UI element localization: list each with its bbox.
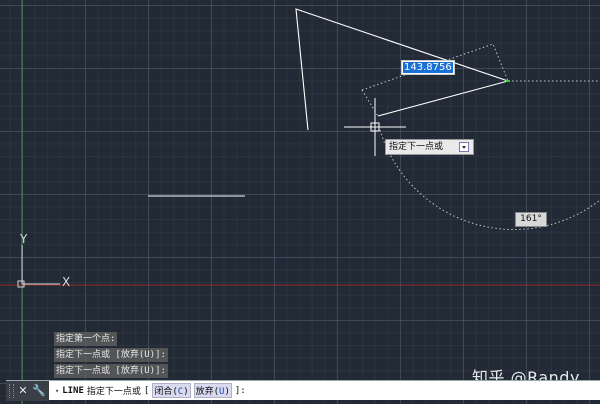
drag-grip[interactable] <box>9 383 14 398</box>
angle-readout[interactable]: 161° <box>515 212 547 227</box>
undo-option-paren: ) <box>224 387 230 397</box>
undo-option-label: 放弃( <box>195 387 220 397</box>
command-line-bar[interactable]: ✕ 🔧 ▾ LINE 指定下一点或 [ 闭合(C) 放弃(U) ]: <box>6 380 600 401</box>
command-line-toolbar: ✕ 🔧 <box>6 380 49 401</box>
extension-line <box>361 89 379 117</box>
wrench-icon[interactable]: 🔧 <box>32 383 46 399</box>
history-line: 指定下一点或 [放弃(U)]: <box>54 364 168 378</box>
close-option-paren: ) <box>183 387 189 397</box>
command-prompt-tooltip[interactable]: 指定下一点或 <box>385 139 475 155</box>
dropdown-arrow-icon[interactable] <box>459 142 470 152</box>
dynamic-input-field[interactable]: 143.8756 <box>401 60 455 75</box>
close-option[interactable]: 闭合(C) <box>152 383 191 398</box>
bracket-close: ]: <box>234 385 246 396</box>
ucs-y-label: Y <box>19 232 28 246</box>
close-icon[interactable]: ✕ <box>16 383 30 399</box>
ucs-x-label: X <box>62 275 70 289</box>
command-history: 指定第一个点: 指定下一点或 [放弃(U)]: 指定下一点或 [放弃(U)]: <box>54 332 168 380</box>
undo-option[interactable]: 放弃(U) <box>193 383 232 398</box>
command-name: LINE <box>62 385 84 396</box>
ucs-icon: Y X <box>17 232 70 289</box>
command-prompt-text: 指定下一点或 <box>86 387 141 397</box>
history-line: 指定下一点或 [放弃(U)]: <box>54 348 168 362</box>
bracket-open: [ <box>143 385 150 396</box>
drawing-canvas[interactable]: Y X 143.8756 指定下一点或 161° 指定第一个点: 指定下一点或 … <box>0 0 600 404</box>
history-line: 指定第一个点: <box>54 332 118 346</box>
prompt-tooltip-text: 指定下一点或 <box>389 141 444 152</box>
close-option-label: 闭合( <box>154 387 178 397</box>
dynamic-input-value[interactable]: 143.8756 <box>403 62 453 73</box>
recent-commands-icon[interactable]: ▾ <box>55 387 59 395</box>
command-input[interactable]: ▾ LINE 指定下一点或 [ 闭合(C) 放弃(U) ]: <box>49 383 246 398</box>
